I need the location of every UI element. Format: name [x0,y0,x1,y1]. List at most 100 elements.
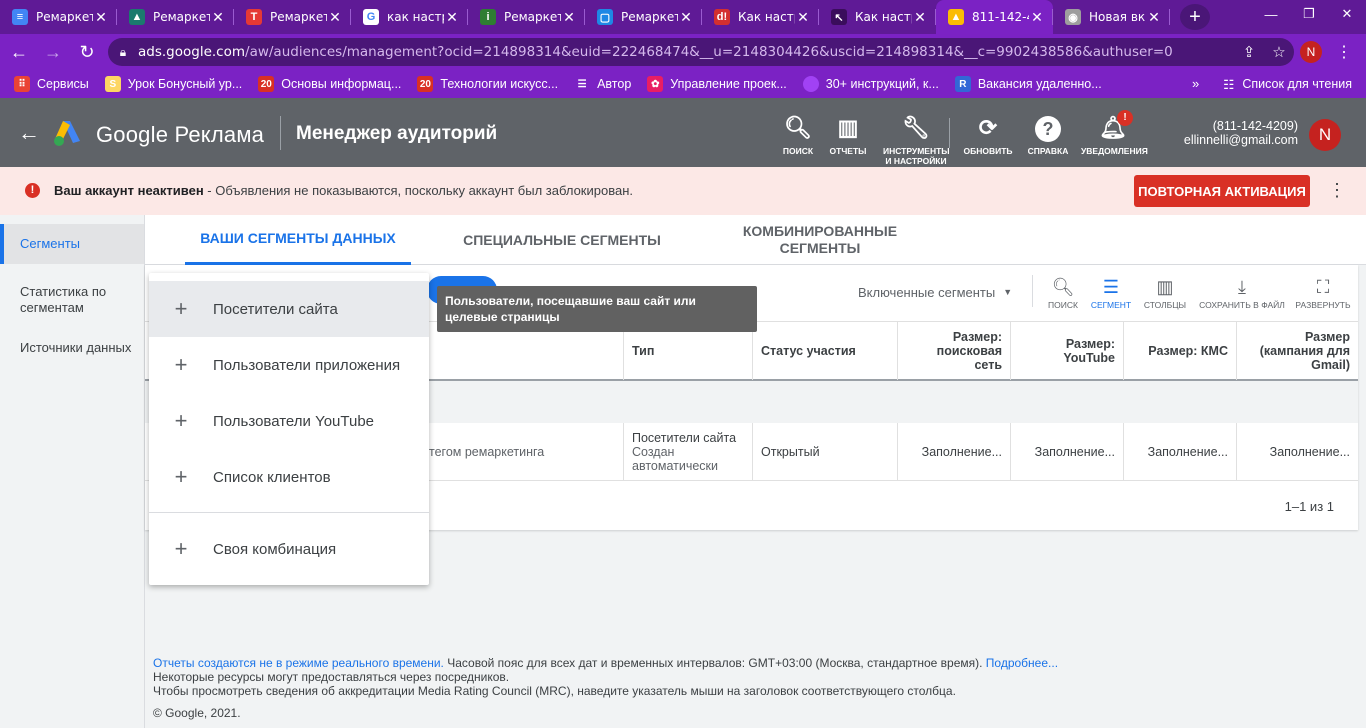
bookmark-label: Урок Бонусный ур... [127,77,243,91]
reading-list[interactable]: ☷ Список для чтения [1223,70,1352,98]
minimize-icon[interactable]: — [1252,0,1290,28]
menu-item-custom-combination[interactable]: + Своя комбинация [149,521,429,577]
account-info[interactable]: (811-142-4209) ellinnelli@gmail.com [1160,119,1298,147]
table-columns-button[interactable]: ▥ СТОЛБЦЫ [1135,276,1195,310]
close-tab-icon[interactable]: ✕ [795,9,811,26]
browser-tab[interactable]: ▲ 811-142-4 ✕ [936,0,1053,34]
segment-filter-dropdown[interactable]: Включенные сегменты ▼ [858,285,1012,300]
browser-tab[interactable]: ▲ Ремаркет ✕ [117,0,234,34]
close-tab-icon[interactable]: ✕ [93,9,109,26]
table-download-button[interactable]: ⤓ СОХРАНИТЬ В ФАЙЛ [1197,276,1287,310]
reload-icon[interactable]: ↻ [72,37,102,67]
menu-tooltip: Пользователи, посещавшие ваш сайт или це… [437,286,757,332]
nav-item-data-sources[interactable]: Источники данных [0,332,144,364]
close-window-icon[interactable]: ✕ [1328,0,1366,28]
learn-more-link[interactable]: Подробнее... [986,656,1058,670]
close-tab-icon[interactable]: ✕ [1029,9,1045,26]
help-icon: ? [1035,116,1061,142]
bookmark-label: Основы информац... [281,77,402,91]
new-tab-button[interactable]: + [1180,4,1210,30]
tab-title: 811-142-4 [972,10,1029,24]
browser-tab[interactable]: i Ремаркет ✕ [468,0,585,34]
col-size-search[interactable]: Размер: поисковая сеть [897,322,1010,380]
bookmark-item[interactable]: ✿ Управление проек... [647,76,787,92]
share-icon[interactable]: ⇪ [1234,43,1264,61]
info-icon: i [480,9,496,25]
header-refresh-button[interactable]: ⟳ ОБНОВИТЬ [956,114,1020,156]
close-tab-icon[interactable]: ✕ [1146,9,1162,26]
menu-item-website-visitors[interactable]: + Посетители сайта [149,281,429,337]
r-logo-icon: R [954,76,971,92]
tab-title: Ремаркет [153,10,210,24]
lock-icon[interactable]: 🔒︎ [108,45,138,60]
fullscreen-icon: ⛶ [1316,277,1330,297]
table-segment-button[interactable]: ☰ СЕГМЕНТ [1081,276,1141,310]
bookmark-star-icon[interactable]: ☆ [1264,43,1294,61]
browser-tab[interactable]: T Ремаркет ✕ [234,0,351,34]
bookmark-item[interactable]: S Урок Бонусный ур... [104,76,243,92]
segment-name-fragment: тегом ремаркетинга [429,445,545,459]
bookmark-item[interactable]: ⠿ Сервисы [14,76,89,92]
notification-badge: ! [1117,110,1133,126]
col-size-youtube[interactable]: Размер: YouTube [1010,322,1123,380]
avatar[interactable]: N [1309,119,1341,151]
address-bar[interactable]: 🔒︎ ads.google.com/aw/audiences/managemen… [108,38,1294,66]
back-icon[interactable]: ← [4,37,34,67]
header-help-button[interactable]: ? СПРАВКА [1016,114,1080,156]
nav-item-segments[interactable]: Сегменты [0,224,144,264]
segment-icon: ☰ [1102,277,1120,297]
google-ads-icon: ▲ [948,9,964,25]
close-tab-icon[interactable]: ✕ [210,9,226,26]
realtime-link[interactable]: Отчеты создаются не в режиме реального в… [153,656,444,670]
bookmark-item[interactable]: 20 Основы информац... [258,76,401,92]
browser-tab[interactable]: Gкак настр ✕ [351,0,468,34]
header-wrench-button[interactable]: 🔧︎ ИНСТРУМЕНТЫ И НАСТРОЙКИ [883,114,950,166]
bookmark-item[interactable]: R Вакансия удаленно... [954,76,1102,92]
close-tab-icon[interactable]: ✕ [912,9,928,26]
menu-item-label: Своя комбинация [213,540,337,558]
browser-tab[interactable]: ↖ Как настр✕ [819,0,936,34]
tab-title: Ремаркет [504,10,561,24]
bookmark-item[interactable]: ☰ Автор [574,76,631,92]
tab-combined-segments[interactable]: КОМБИНИРОВАННЫЕ СЕГМЕНТЫ [730,215,910,265]
table-fullscreen-button[interactable]: ⛶ РАЗВЕРНУТЬ [1293,276,1353,310]
browser-tab[interactable]: ≡ Ремаркет ✕ [0,0,117,34]
tab-your-data-segments[interactable]: ВАШИ СЕГМЕНТЫ ДАННЫХ [185,215,411,265]
more-bookmarks-icon[interactable]: » [1192,76,1199,91]
col-size-gmail[interactable]: Размер (кампания для Gmail) [1236,322,1358,380]
browser-profile-avatar[interactable]: N [1300,41,1322,63]
nav-item-segment-stats[interactable]: Статистика по сегментам [0,276,144,324]
bookmark-item[interactable]: 20 Технологии искусс... [417,76,558,92]
col-status[interactable]: Статус участия [752,322,897,380]
menu-item-label: Пользователи YouTube [213,412,375,430]
header-bell-button[interactable]: 🔔︎ УВЕДОМЛЕНИЯ! [1081,110,1148,156]
browser-tab[interactable]: d! Как настр✕ [702,0,819,34]
pagination-text: 1–1 из 1 [1284,499,1334,514]
menu-item-app-users[interactable]: + Пользователи приложения [149,337,429,393]
browser-tab[interactable]: ▢ Ремаркет ✕ [585,0,702,34]
tab-custom-segments[interactable]: СПЕЦИАЛЬНЫЕ СЕГМЕНТЫ [451,215,673,265]
bookmark-item[interactable]: 30+ инструкций, к... [802,76,939,92]
back-arrow-icon[interactable]: ← [18,120,40,146]
more-vert-icon[interactable]: ⋮ [1328,180,1346,201]
col-size-kms[interactable]: Размер: КМС [1123,322,1236,380]
browser-toolbar: ← → ↻ 🔒︎ ads.google.com/aw/audiences/man… [0,34,1366,70]
reactivate-button[interactable]: ПОВТОРНАЯ АКТИВАЦИЯ [1134,175,1310,207]
close-tab-icon[interactable]: ✕ [444,9,460,26]
purple-circle-icon [802,76,819,92]
menu-item-youtube-users[interactable]: + Пользователи YouTube [149,393,429,449]
close-tab-icon[interactable]: ✕ [327,9,343,26]
bookmark-label: Автор [597,77,632,91]
header-reports-button[interactable]: ▥ ОТЧЕТЫ [816,114,880,156]
cell-status: Открытый [752,423,897,481]
browser-menu-icon[interactable]: ⋮ [1336,42,1352,62]
forward-icon[interactable]: → [38,37,68,67]
close-tab-icon[interactable]: ✕ [561,9,577,26]
browser-tab[interactable]: ◉ Новая вк ✕ [1053,0,1170,34]
menu-item-label: Список клиентов [213,468,331,486]
header-button-label: ОБНОВИТЬ [963,146,1013,156]
restore-icon[interactable]: ❐ [1290,0,1328,28]
menu-item-customer-list[interactable]: + Список клиентов [149,449,429,505]
bookmarks-list: ⠿ Сервисы S Урок Бонусный ур... 20 Основы инф… [14,76,1118,92]
close-tab-icon[interactable]: ✕ [678,9,694,26]
